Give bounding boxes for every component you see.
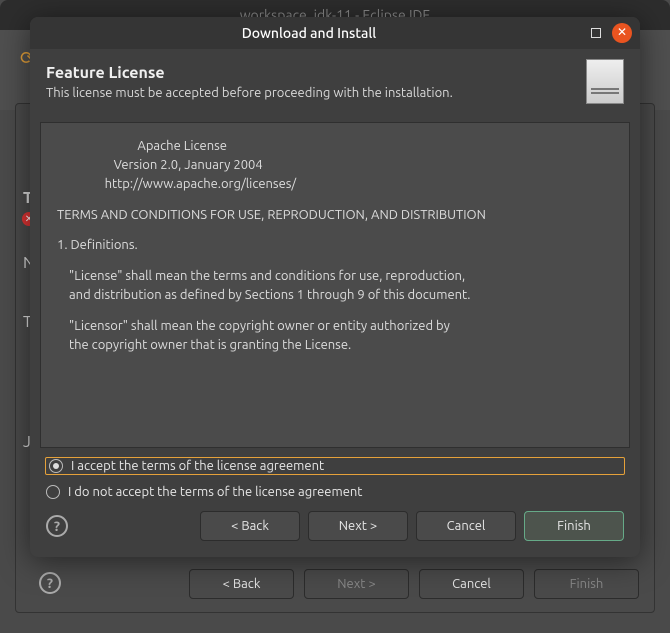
license-p2a: "Licensor" shall mean the copyright owne… [69, 317, 613, 336]
accept-radio[interactable] [49, 459, 63, 473]
close-button[interactable]: ✕ [612, 23, 632, 43]
back-button[interactable]: < Back [200, 511, 300, 541]
under-next-button: Next > [304, 569, 409, 599]
license-p2b: the copyright owner that is granting the… [69, 336, 613, 355]
reject-radio-label: I do not accept the terms of the license… [68, 485, 362, 499]
under-cancel-button[interactable]: Cancel [419, 569, 524, 599]
under-finish-button: Finish [534, 569, 639, 599]
dialog-title: Download and Install [38, 25, 580, 41]
license-p1a: "License" shall mean the terms and condi… [69, 267, 613, 286]
next-button[interactable]: Next > [308, 511, 408, 541]
license-line2: Version 2.0, January 2004 [57, 156, 613, 175]
help-button-under[interactable]: ? [39, 572, 61, 594]
header-subtitle: This license must be accepted before pro… [46, 86, 586, 100]
dialog-footer: ? < Back Next > Cancel Finish [30, 499, 640, 557]
dialog-header: Feature License This license must be acc… [30, 49, 640, 118]
download-install-dialog: Download and Install ✕ Feature License T… [30, 17, 640, 557]
cancel-button[interactable]: Cancel [416, 511, 516, 541]
reject-radio[interactable] [46, 485, 60, 499]
maximize-button[interactable] [586, 23, 606, 43]
finish-button[interactable]: Finish [524, 511, 624, 541]
license-terms-header: TERMS AND CONDITIONS FOR USE, REPRODUCTI… [57, 206, 613, 225]
license-p1b: and distribution as defined by Sections … [69, 286, 613, 305]
license-text-area[interactable]: Apache License Version 2.0, January 2004… [40, 122, 630, 448]
help-button[interactable]: ? [46, 515, 68, 537]
header-title: Feature License [46, 64, 586, 82]
accept-radio-label: I accept the terms of the license agreem… [71, 459, 324, 473]
license-document-icon [586, 59, 624, 104]
reject-radio-row[interactable]: I do not accept the terms of the license… [46, 485, 624, 499]
accept-radio-row[interactable]: I accept the terms of the license agreem… [45, 457, 625, 475]
license-section-1: 1. Definitions. [57, 236, 613, 255]
license-line1: Apache License [57, 137, 613, 156]
maximize-icon [591, 28, 601, 38]
license-line3: http://www.apache.org/licenses/ [57, 175, 613, 194]
dialog-titlebar[interactable]: Download and Install ✕ [30, 17, 640, 49]
under-back-button[interactable]: < Back [189, 569, 294, 599]
